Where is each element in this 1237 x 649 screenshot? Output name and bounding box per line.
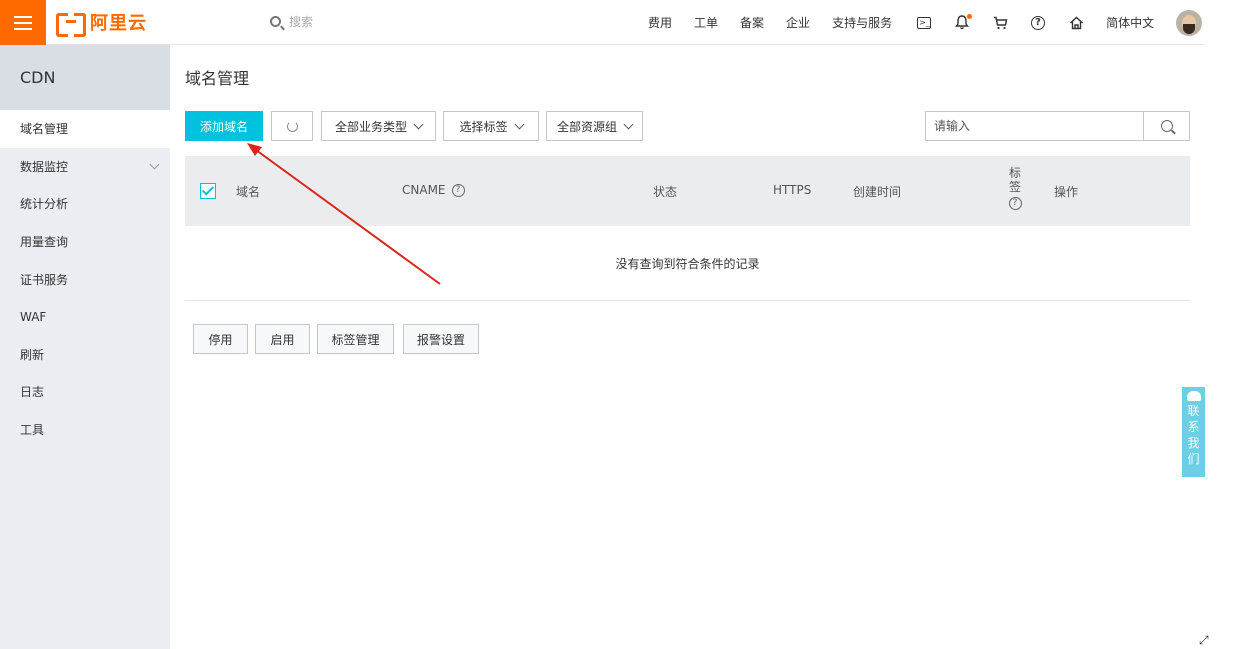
refresh-button[interactable] bbox=[271, 111, 313, 141]
select-all-checkbox[interactable] bbox=[200, 183, 216, 199]
enable-button[interactable]: 启用 bbox=[255, 324, 310, 354]
help-icon[interactable]: ? bbox=[1008, 197, 1022, 210]
nav-billing[interactable]: 费用 bbox=[648, 14, 672, 31]
menu-icon[interactable] bbox=[0, 0, 46, 45]
tag-select[interactable]: 选择标签 bbox=[443, 111, 539, 141]
cart-icon[interactable] bbox=[992, 15, 1008, 31]
column-tag-char: 签 bbox=[1008, 180, 1021, 194]
nav-support[interactable]: 支持与服务 bbox=[832, 14, 892, 31]
sidebar-item-label: 数据监控 bbox=[20, 159, 69, 174]
sidebar-item-tools[interactable]: 工具 bbox=[0, 411, 170, 449]
top-bar: 阿里云 搜索 费用 工单 备案 企业 支持与服务 >_ ? 简体中文 bbox=[0, 0, 1205, 45]
business-type-select[interactable]: 全部业务类型 bbox=[321, 111, 436, 141]
search-button[interactable] bbox=[1143, 112, 1189, 140]
home-icon[interactable] bbox=[1068, 15, 1084, 31]
chevron-down-icon bbox=[623, 119, 634, 129]
page-title: 域名管理 bbox=[185, 69, 250, 88]
chat-icon bbox=[1186, 391, 1201, 401]
contact-char: 我 bbox=[1187, 436, 1200, 450]
business-type-label: 全部业务类型 bbox=[334, 119, 407, 134]
logo-text: 阿里云 bbox=[90, 13, 147, 34]
logo-mark-icon bbox=[56, 12, 86, 37]
empty-state-message: 没有查询到符合条件的记录 bbox=[185, 226, 1190, 301]
sidebar-item-refresh[interactable]: 刷新 bbox=[0, 336, 170, 374]
nav-enterprise[interactable]: 企业 bbox=[786, 14, 810, 31]
search-icon bbox=[270, 16, 281, 27]
column-tag: 标 签 ? bbox=[1003, 166, 1027, 210]
domain-search bbox=[925, 111, 1190, 141]
search-input[interactable] bbox=[926, 112, 1143, 140]
annotation-arrow bbox=[247, 143, 441, 285]
avatar[interactable] bbox=[1176, 9, 1203, 36]
refresh-icon bbox=[286, 120, 298, 132]
global-search[interactable]: 搜索 bbox=[270, 13, 313, 30]
disable-button[interactable]: 停用 bbox=[193, 324, 248, 354]
table-header: 域名 CNAME ? 状态 HTTPS 创建时间 标 签 ? 操作 bbox=[185, 156, 1190, 226]
contact-char: 们 bbox=[1187, 452, 1200, 466]
sidebar: CDN 域名管理 数据监控 统计分析 用量查询 证书服务 WAF 刷新 日志 工… bbox=[0, 45, 170, 649]
column-https: HTTPS bbox=[773, 183, 812, 197]
help-icon[interactable]: ? bbox=[451, 183, 465, 197]
sidebar-item-usage[interactable]: 用量查询 bbox=[0, 223, 170, 261]
tag-select-label: 选择标签 bbox=[459, 119, 508, 134]
sidebar-item-data-monitoring[interactable]: 数据监控 bbox=[0, 148, 170, 186]
search-icon bbox=[1160, 120, 1173, 132]
sidebar-item-statistics[interactable]: 统计分析 bbox=[0, 185, 170, 223]
sidebar-item-waf[interactable]: WAF bbox=[0, 298, 170, 336]
nav-icp[interactable]: 备案 bbox=[740, 14, 764, 31]
column-cname: CNAME ? bbox=[402, 183, 465, 197]
global-search-placeholder: 搜索 bbox=[289, 15, 314, 29]
chevron-down-icon bbox=[149, 159, 160, 170]
contact-char: 联 bbox=[1187, 404, 1200, 418]
toolbar: 添加域名 全部业务类型 选择标签 全部资源组 bbox=[185, 111, 1190, 141]
expand-icon[interactable]: ⤢ bbox=[1199, 633, 1209, 648]
top-nav: 费用 工单 备案 企业 支持与服务 >_ ? 简体中文 bbox=[648, 0, 1203, 45]
resource-group-select[interactable]: 全部资源组 bbox=[546, 111, 643, 141]
resource-group-label: 全部资源组 bbox=[556, 119, 617, 134]
contact-char: 系 bbox=[1187, 420, 1200, 434]
nav-tickets[interactable]: 工单 bbox=[694, 14, 718, 31]
aliyun-logo[interactable]: 阿里云 bbox=[56, 11, 147, 37]
language-switch[interactable]: 简体中文 bbox=[1106, 14, 1154, 31]
column-cname-label: CNAME bbox=[402, 183, 446, 197]
add-domain-button[interactable]: 添加域名 bbox=[185, 111, 263, 141]
sidebar-item-domain-management[interactable]: 域名管理 bbox=[0, 110, 170, 148]
column-tag-char: 标 bbox=[1008, 166, 1021, 180]
alarm-settings-button[interactable]: 报警设置 bbox=[403, 324, 479, 354]
sidebar-item-certificates[interactable]: 证书服务 bbox=[0, 260, 170, 298]
column-actions: 操作 bbox=[1054, 185, 1079, 199]
column-status: 状态 bbox=[653, 185, 678, 199]
column-created-time: 创建时间 bbox=[853, 185, 902, 199]
notification-dot bbox=[967, 13, 973, 19]
help-icon[interactable]: ? bbox=[1030, 15, 1046, 31]
sidebar-title: CDN bbox=[0, 45, 170, 110]
bell-icon[interactable] bbox=[954, 13, 973, 31]
terminal-icon[interactable]: >_ bbox=[916, 15, 932, 31]
chevron-down-icon bbox=[413, 119, 424, 129]
column-domain: 域名 bbox=[236, 185, 261, 199]
chevron-down-icon bbox=[514, 119, 524, 129]
contact-us-button[interactable]: 联 系 我 们 bbox=[1182, 387, 1205, 477]
tag-management-button[interactable]: 标签管理 bbox=[317, 324, 394, 354]
sidebar-item-logs[interactable]: 日志 bbox=[0, 373, 170, 411]
